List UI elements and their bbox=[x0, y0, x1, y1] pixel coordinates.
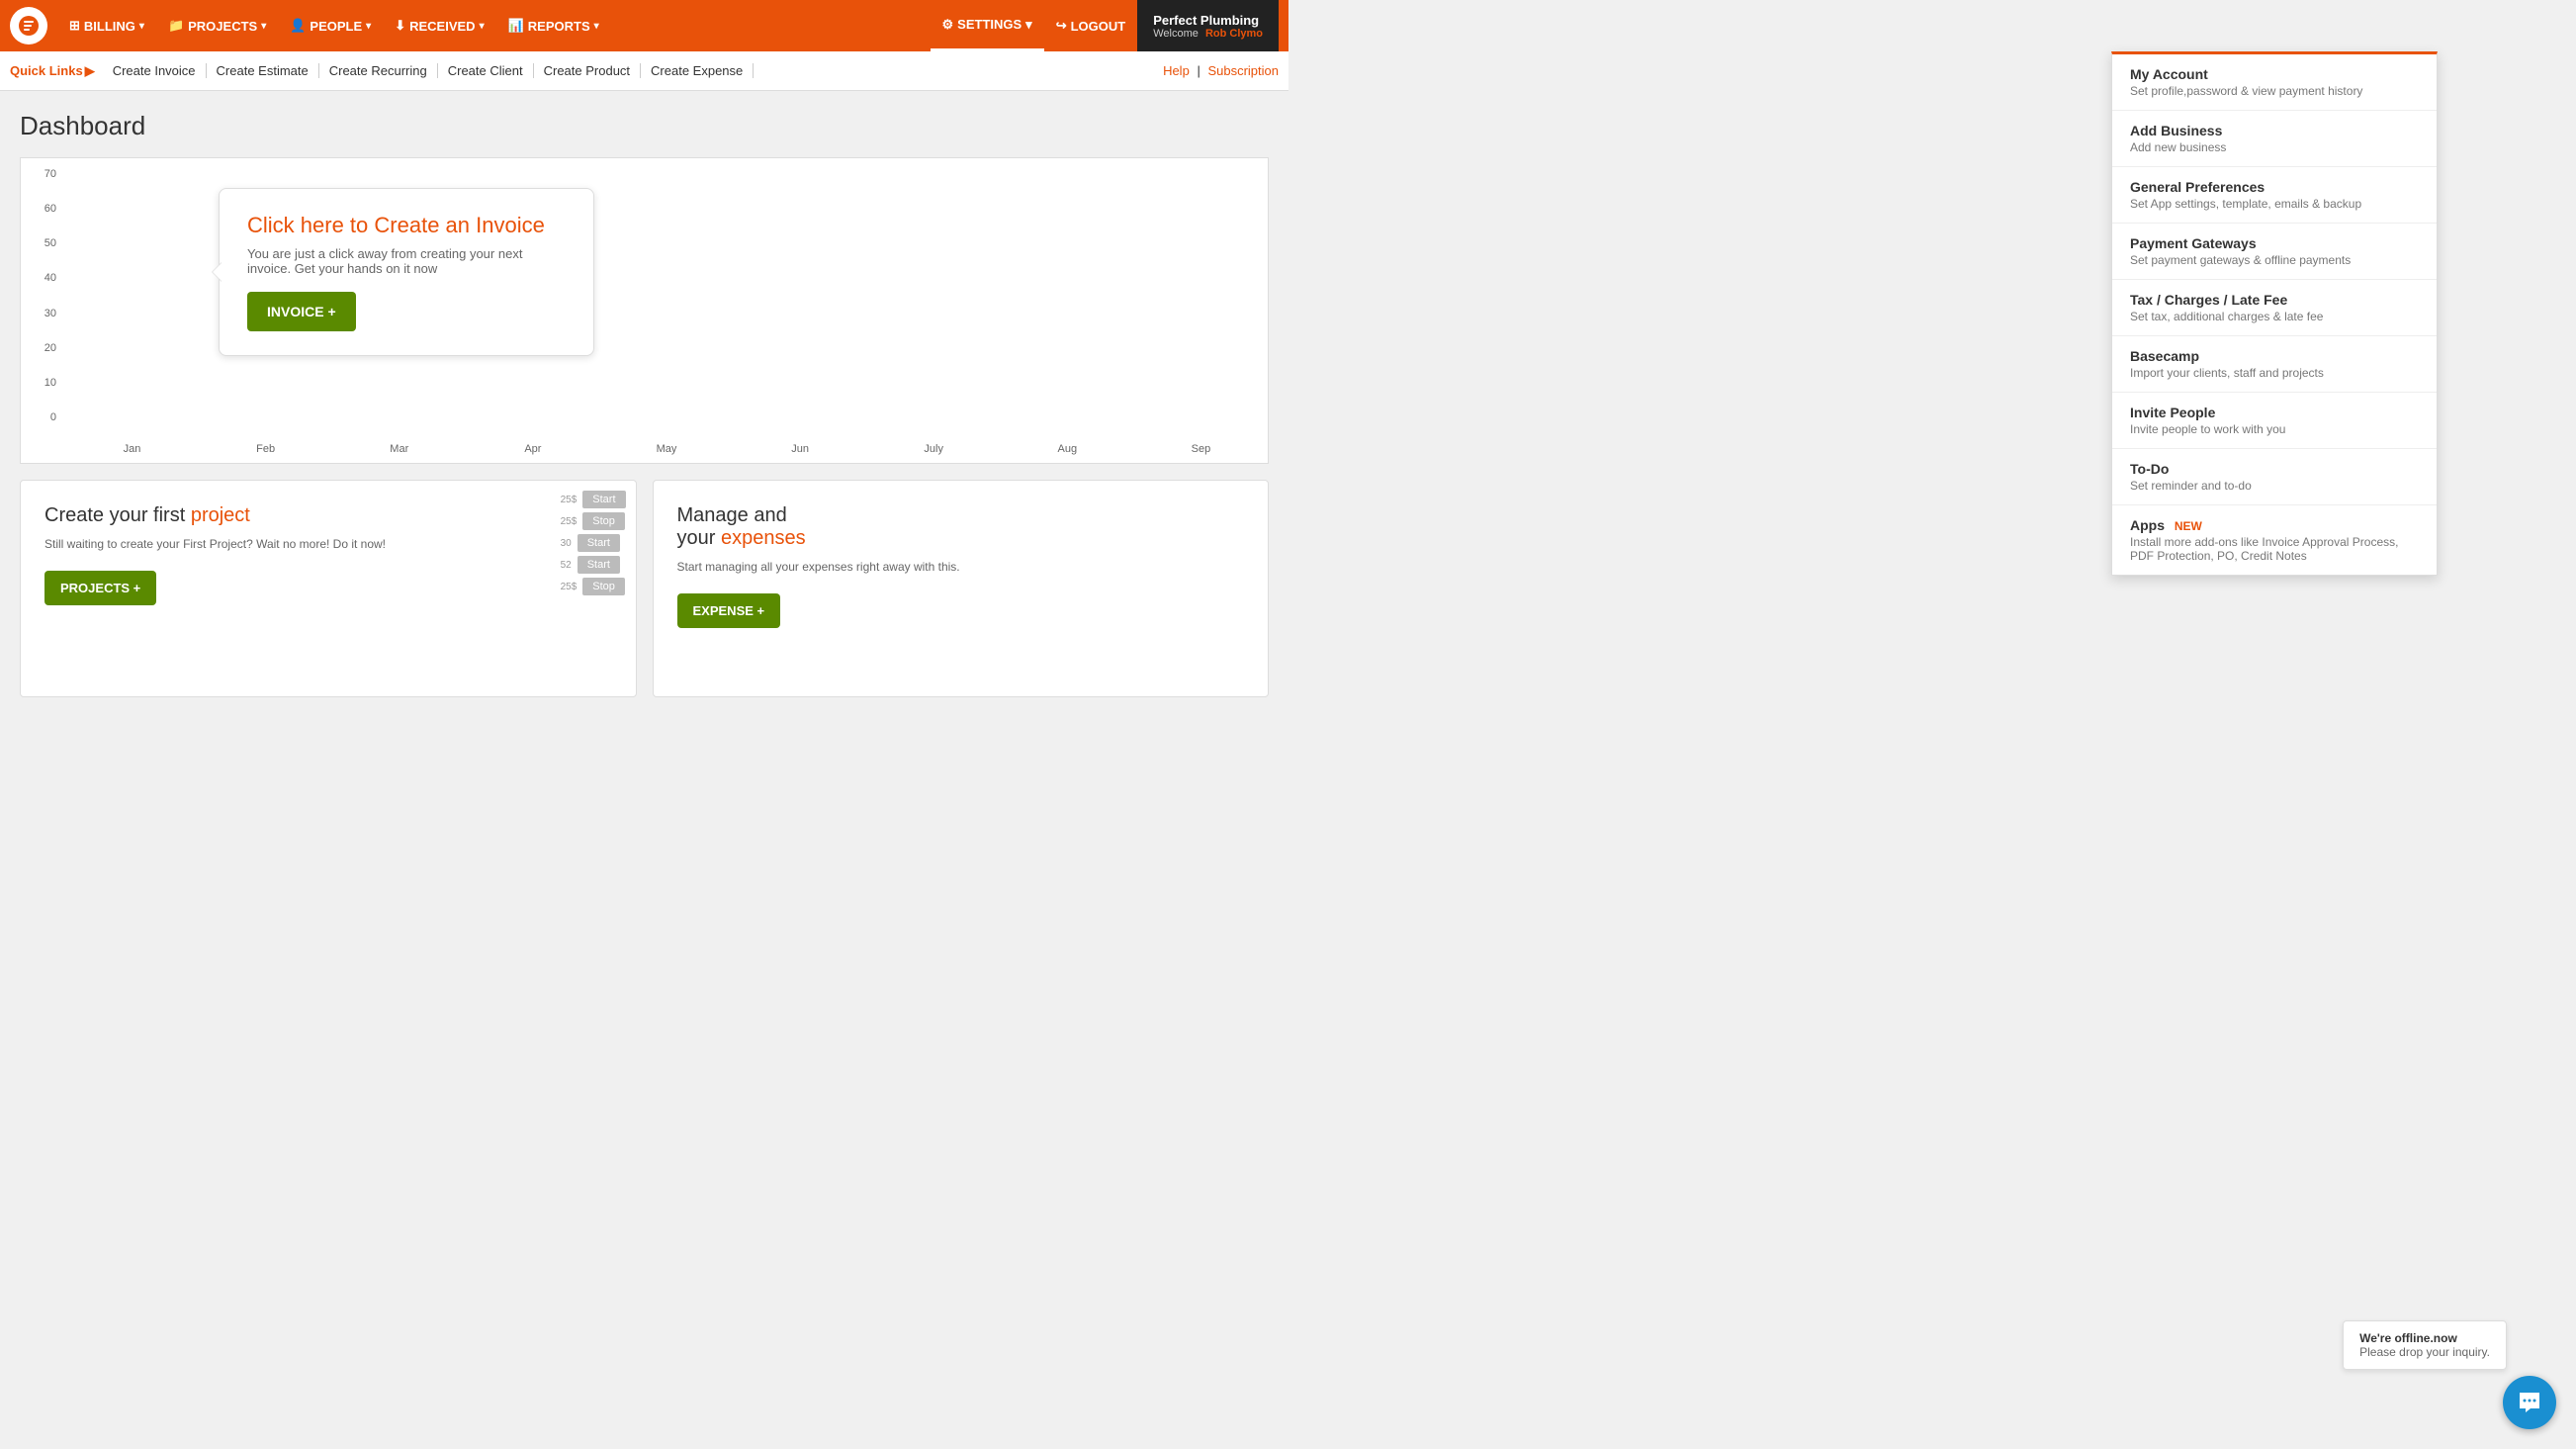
billing-caret: ▾ bbox=[139, 21, 144, 32]
received-caret: ▾ bbox=[480, 21, 485, 32]
task-bar-5: 25$ Stop bbox=[561, 578, 626, 595]
logout-icon: ↪ bbox=[1056, 18, 1067, 34]
create-estimate-link[interactable]: Create Estimate bbox=[207, 63, 319, 78]
expense-card-desc: Start managing all your expenses right a… bbox=[677, 560, 1245, 574]
project-card-title: Create your first project bbox=[44, 504, 612, 527]
received-label: RECEIVED bbox=[409, 19, 475, 34]
received-nav[interactable]: ⬇ RECEIVED ▾ bbox=[383, 0, 495, 51]
invite-people-item[interactable]: Invite People Invite people to work with… bbox=[2112, 393, 2437, 449]
settings-label: SETTINGS bbox=[957, 17, 1022, 32]
expense-card: Manage andyour expenses Start managing a… bbox=[653, 480, 1270, 697]
apps-item[interactable]: Apps NEW Install more add-ons like Invoi… bbox=[2112, 505, 2437, 575]
create-product-link[interactable]: Create Product bbox=[534, 63, 641, 78]
reports-nav[interactable]: 📊 REPORTS ▾ bbox=[496, 0, 611, 51]
tax-charges-item[interactable]: Tax / Charges / Late Fee Set tax, additi… bbox=[2112, 280, 2437, 336]
create-expense-link[interactable]: Create Expense bbox=[641, 63, 754, 78]
nav-right: ⚙ SETTINGS ▾ ↪ LOGOUT Perfect Plumbing W… bbox=[931, 0, 1280, 51]
logout-nav[interactable]: ↪ LOGOUT bbox=[1044, 0, 1138, 51]
help-link[interactable]: Help bbox=[1163, 63, 1190, 78]
my-account-item[interactable]: My Account Set profile,password & view p… bbox=[2112, 54, 2437, 111]
settings-nav[interactable]: ⚙ SETTINGS ▾ bbox=[931, 0, 1044, 51]
main-content: Dashboard 70 60 50 40 30 20 10 0 bbox=[0, 91, 1288, 717]
received-icon: ⬇ bbox=[395, 18, 405, 34]
offline-toast: We're offline.now Please drop your inqui… bbox=[2343, 1320, 2507, 1370]
billing-label: BILLING bbox=[84, 19, 135, 34]
projects-icon: 📁 bbox=[168, 18, 184, 34]
reports-icon: 📊 bbox=[508, 18, 524, 34]
task-start-btn-1[interactable]: Start bbox=[582, 491, 625, 508]
create-recurring-link[interactable]: Create Recurring bbox=[319, 63, 438, 78]
reports-caret: ▾ bbox=[594, 21, 599, 32]
page-title: Dashboard bbox=[20, 111, 1269, 141]
settings-icon: ⚙ bbox=[942, 17, 954, 33]
create-invoice-button[interactable]: INVOICE + bbox=[247, 292, 356, 331]
projects-caret: ▾ bbox=[261, 21, 266, 32]
people-icon: 👤 bbox=[290, 18, 306, 34]
top-navigation: ⊞ BILLING ▾ 📁 PROJECTS ▾ 👤 PEOPLE ▾ ⬇ RE… bbox=[0, 0, 1288, 51]
task-stop-btn-2[interactable]: Stop bbox=[582, 512, 625, 530]
logout-label: LOGOUT bbox=[1071, 19, 1126, 34]
projects-nav[interactable]: 📁 PROJECTS ▾ bbox=[156, 0, 278, 51]
subscription-link[interactable]: Subscription bbox=[1207, 63, 1279, 78]
project-card: Create your first project Still waiting … bbox=[20, 480, 637, 697]
to-do-item[interactable]: To-Do Set reminder and to-do bbox=[2112, 449, 2437, 505]
callout-desc: You are just a click away from creating … bbox=[247, 246, 566, 276]
people-label: PEOPLE bbox=[310, 19, 362, 34]
task-bar-3: 30 Start bbox=[561, 534, 626, 552]
people-nav[interactable]: 👤 PEOPLE ▾ bbox=[278, 0, 383, 51]
chart-y-axis: 70 60 50 40 30 20 10 0 bbox=[21, 168, 60, 423]
welcome-line: Welcome Rob Clymo bbox=[1153, 28, 1263, 40]
create-project-button[interactable]: PROJECTS + bbox=[44, 571, 156, 605]
chat-button[interactable] bbox=[2503, 1376, 2556, 1429]
create-expense-button[interactable]: EXPENSE + bbox=[677, 593, 781, 628]
task-bar-1: 25$ Start bbox=[561, 491, 626, 508]
task-stop-btn-5[interactable]: Stop bbox=[582, 578, 625, 595]
invoice-callout: Click here to Create an Invoice You are … bbox=[219, 188, 594, 356]
people-caret: ▾ bbox=[366, 21, 371, 32]
payment-gateways-item[interactable]: Payment Gateways Set payment gateways & … bbox=[2112, 224, 2437, 280]
user-panel: Perfect Plumbing Welcome Rob Clymo bbox=[1137, 0, 1279, 51]
task-bars: 25$ Start 25$ Stop 30 Start 52 Start 25$ bbox=[561, 491, 626, 595]
create-client-link[interactable]: Create Client bbox=[438, 63, 534, 78]
new-badge: NEW bbox=[2175, 519, 2202, 533]
user-name: Rob Clymo bbox=[1205, 28, 1263, 40]
add-business-item[interactable]: Add Business Add new business bbox=[2112, 111, 2437, 167]
quick-links-label: Quick Links ▶ bbox=[10, 63, 95, 79]
logo bbox=[10, 7, 47, 45]
revenue-chart: 70 60 50 40 30 20 10 0 bbox=[20, 157, 1269, 464]
task-start-btn-3[interactable]: Start bbox=[577, 534, 620, 552]
general-preferences-item[interactable]: General Preferences Set App settings, te… bbox=[2112, 167, 2437, 224]
offline-title: We're offline.now bbox=[2359, 1331, 2490, 1345]
callout-title: Click here to Create an Invoice bbox=[247, 213, 566, 238]
task-start-btn-4[interactable]: Start bbox=[577, 556, 620, 574]
settings-dropdown: My Account Set profile,password & view p… bbox=[2111, 51, 2438, 576]
chart-x-axis: Jan Feb Mar Apr May Jun July Aug Sep bbox=[65, 443, 1268, 455]
reports-label: REPORTS bbox=[528, 19, 590, 34]
create-invoice-link[interactable]: Create Invoice bbox=[103, 63, 207, 78]
basecamp-item[interactable]: Basecamp Import your clients, staff and … bbox=[2112, 336, 2437, 393]
billing-icon: ⊞ bbox=[69, 18, 80, 34]
billing-nav[interactable]: ⊞ BILLING ▾ bbox=[57, 0, 156, 51]
expense-card-title: Manage andyour expenses bbox=[677, 504, 1245, 550]
task-bar-4: 52 Start bbox=[561, 556, 626, 574]
dashboard-cards: Create your first project Still waiting … bbox=[20, 480, 1269, 697]
nav-items: ⊞ BILLING ▾ 📁 PROJECTS ▾ 👤 PEOPLE ▾ ⬇ RE… bbox=[57, 0, 931, 51]
quick-links-bar: Quick Links ▶ Create Invoice Create Esti… bbox=[0, 51, 1288, 91]
help-subscription-links: Help | Subscription bbox=[1163, 63, 1279, 78]
offline-desc: Please drop your inquiry. bbox=[2359, 1345, 2490, 1359]
projects-label: PROJECTS bbox=[188, 19, 257, 34]
task-bar-2: 25$ Stop bbox=[561, 512, 626, 530]
company-name: Perfect Plumbing bbox=[1153, 13, 1263, 28]
project-card-desc: Still waiting to create your First Proje… bbox=[44, 537, 612, 551]
settings-caret: ▾ bbox=[1025, 17, 1032, 33]
